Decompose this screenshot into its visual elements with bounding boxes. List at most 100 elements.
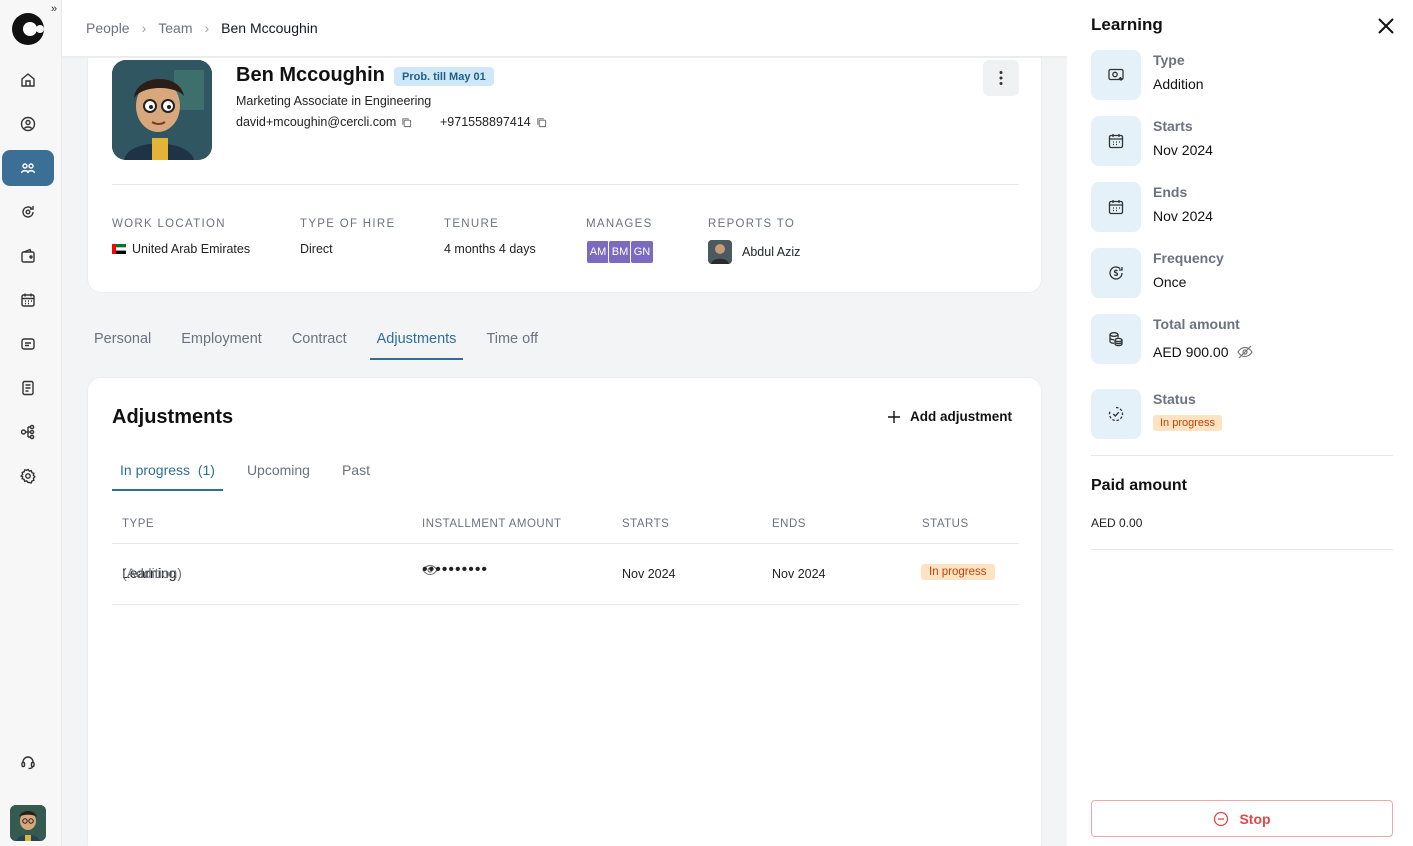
row-ends: Nov 2024 xyxy=(772,567,826,581)
status-row: In progress xyxy=(1153,415,1223,431)
more-vertical-icon xyxy=(999,71,1003,85)
reports-to-value[interactable]: Abdul Aziz xyxy=(742,245,800,259)
add-adjustment-label: Add adjustment xyxy=(910,409,1013,424)
nav-documents-icon[interactable] xyxy=(2,370,54,406)
tab-contract[interactable]: Contract xyxy=(285,320,354,360)
minus-circle-icon xyxy=(1214,811,1229,826)
copy-email-icon[interactable] xyxy=(401,117,412,128)
masked-amount: •••••••••• xyxy=(422,561,489,578)
close-icon[interactable] xyxy=(1377,17,1395,35)
table-header: TYPE INSTALLMENT AMOUNT STARTS ENDS STAT… xyxy=(112,518,1019,544)
employee-email: david+mcoughin@cercli.com xyxy=(236,115,412,129)
nav-wallet-icon[interactable] xyxy=(2,238,54,274)
chevron-right-icon: › xyxy=(141,20,147,36)
managed-avatar-am[interactable]: AM xyxy=(586,240,610,264)
detail-type: Type Addition xyxy=(1091,50,1204,100)
calendar-icon xyxy=(1091,116,1141,166)
adjustment-type-icon xyxy=(1091,50,1141,100)
tab-personal[interactable]: Personal xyxy=(87,320,158,360)
profile-photo xyxy=(112,60,212,160)
cercli-logo[interactable] xyxy=(10,11,46,47)
type-of-hire-label: TYPE OF HIRE xyxy=(300,218,396,230)
tenure-label: TENURE xyxy=(444,218,500,230)
starts-value: Nov 2024 xyxy=(1153,142,1213,158)
ends-label: Ends xyxy=(1153,184,1188,200)
status-check-icon xyxy=(1091,389,1141,439)
add-adjustment-button[interactable]: Add adjustment xyxy=(888,409,1012,424)
employee-phone: +971558897414 xyxy=(440,115,547,129)
detail-ends: Ends Nov 2024 xyxy=(1091,182,1213,232)
row-amount-cell: •••••••••• xyxy=(422,561,487,578)
table-row[interactable]: Learning (Addition) •••••••••• Nov 2024 … xyxy=(112,545,1019,605)
adjustment-detail-panel: Learning Type Addition Starts Nov 2024 E… xyxy=(1067,0,1413,846)
manages-field: MANAGES AM BM GN xyxy=(586,218,654,264)
nav-settings-icon[interactable] xyxy=(2,458,54,494)
employee-name: Ben Mccoughin xyxy=(236,64,385,86)
nav-payroll-icon[interactable] xyxy=(2,194,54,230)
stop-button[interactable]: Stop xyxy=(1091,800,1393,837)
tenure-value: 4 months 4 days xyxy=(444,242,536,256)
row-status-badge: In progress xyxy=(921,564,995,580)
breadcrumb-team[interactable]: Team xyxy=(158,20,192,36)
detail-frequency: Frequency Once xyxy=(1091,248,1224,298)
copy-phone-icon[interactable] xyxy=(536,117,547,128)
adjustments-card: Adjustments Add adjustment In progress (… xyxy=(87,377,1042,846)
type-of-hire-field: TYPE OF HIRE Direct xyxy=(300,218,395,256)
adjustment-subtabs: In progress (1) Upcoming Past xyxy=(112,454,394,491)
reports-to-field: REPORTS TO Abdul Aziz xyxy=(708,218,800,264)
nav-calendar-icon[interactable] xyxy=(2,282,54,318)
managed-avatar-gn[interactable]: GN xyxy=(630,240,654,264)
coins-icon xyxy=(1091,314,1141,364)
column-header-type: TYPE xyxy=(122,518,155,530)
paid-amount-value: AED 0.00 xyxy=(1091,516,1143,530)
nav-home-icon[interactable] xyxy=(2,62,54,98)
manager-avatar[interactable] xyxy=(708,240,732,264)
subtab-past[interactable]: Past xyxy=(334,454,378,491)
chevron-right-icon: › xyxy=(204,20,210,36)
column-header-ends: ENDS xyxy=(772,518,806,530)
subtab-upcoming[interactable]: Upcoming xyxy=(239,454,318,491)
type-label: Type xyxy=(1153,52,1185,68)
employee-role: Marketing Associate in Engineering xyxy=(236,94,432,108)
adjustments-title: Adjustments xyxy=(112,406,234,428)
expand-sidebar-icon[interactable]: » xyxy=(51,3,57,15)
total-amount-value: AED 900.00 xyxy=(1153,344,1229,360)
panel-divider xyxy=(1091,455,1393,456)
type-value: Addition xyxy=(1153,76,1204,92)
detail-total-amount: Total amount AED 900.00 xyxy=(1091,314,1253,364)
recurring-money-icon xyxy=(1091,248,1141,298)
uae-flag-icon xyxy=(112,244,126,254)
panel-title: Learning xyxy=(1091,15,1163,34)
breadcrumb-people[interactable]: People xyxy=(86,20,130,36)
reports-to-label: REPORTS TO xyxy=(708,218,796,230)
nav-cards-icon[interactable] xyxy=(2,326,54,362)
breadcrumb: People › Team › Ben Mccoughin xyxy=(62,0,1067,56)
phone-text: +971558897414 xyxy=(440,115,531,129)
nav-team-icon[interactable] xyxy=(2,150,54,186)
row-type-kind: (Addition) xyxy=(122,565,182,581)
probation-badge: Prob. till May 01 xyxy=(394,67,494,86)
plus-icon xyxy=(888,410,900,423)
profile-divider xyxy=(112,184,1019,185)
nav-org-chart-icon[interactable] xyxy=(2,414,54,450)
calendar-icon xyxy=(1091,182,1141,232)
tab-employment[interactable]: Employment xyxy=(174,320,269,360)
subtab-in-progress[interactable]: In progress (1) xyxy=(112,454,223,491)
frequency-value: Once xyxy=(1153,274,1187,290)
work-location-field: WORK LOCATION United Arab Emirates xyxy=(112,218,250,256)
eye-off-icon[interactable] xyxy=(1236,345,1253,359)
main-content: People › Team › Ben Mccoughin Ben Mccoug… xyxy=(62,0,1067,846)
user-avatar[interactable] xyxy=(10,805,46,841)
managed-avatar-bm[interactable]: BM xyxy=(608,240,632,264)
column-header-starts: STARTS xyxy=(622,518,670,530)
left-rail: » xyxy=(0,0,62,846)
more-options-button[interactable] xyxy=(983,60,1019,96)
stop-label: Stop xyxy=(1239,810,1271,827)
nav-support-icon[interactable] xyxy=(2,744,54,780)
tab-time-off[interactable]: Time off xyxy=(479,320,545,360)
column-header-status: STATUS xyxy=(922,518,969,530)
breadcrumb-current: Ben Mccoughin xyxy=(221,20,318,36)
ends-value: Nov 2024 xyxy=(1153,208,1213,224)
nav-profile-icon[interactable] xyxy=(2,106,54,142)
tab-adjustments[interactable]: Adjustments xyxy=(369,320,464,360)
